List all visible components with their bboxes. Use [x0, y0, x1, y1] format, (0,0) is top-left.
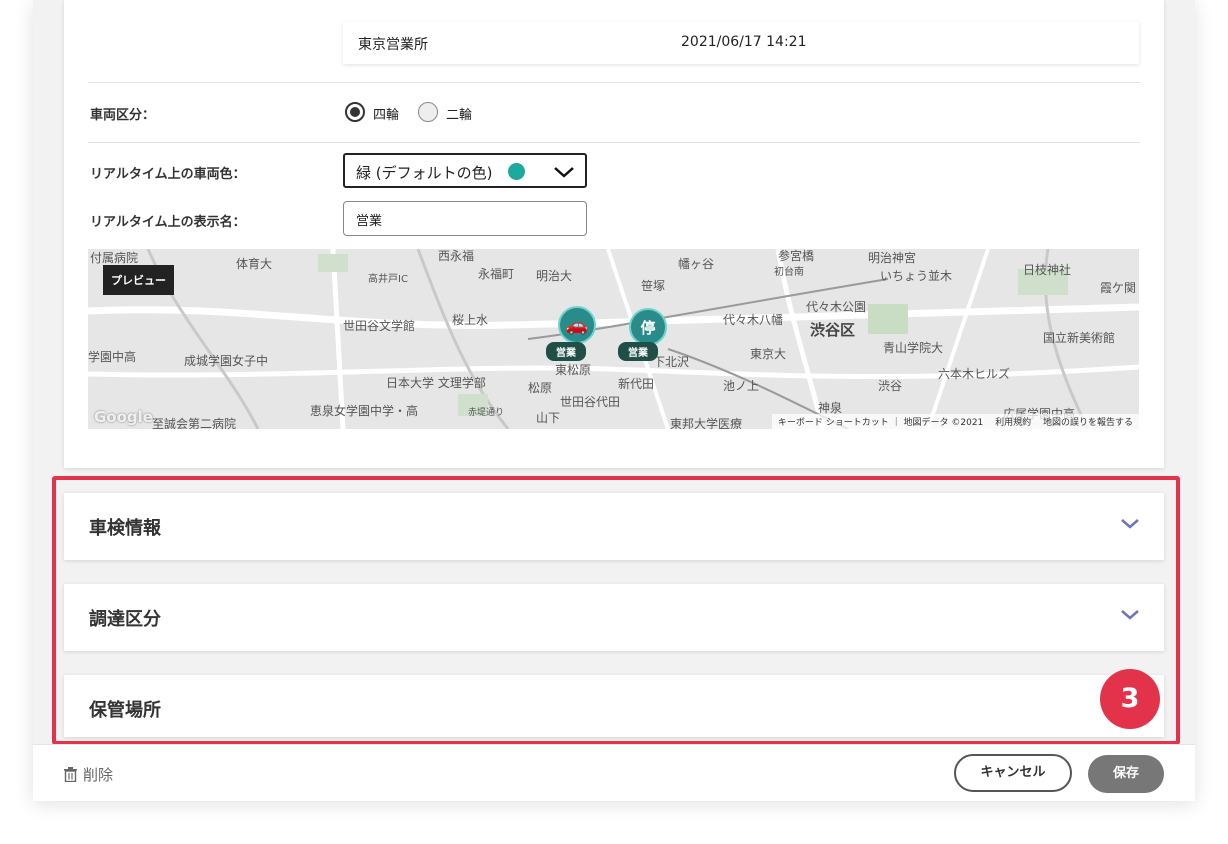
- vehicle-type-label: 車両区分：: [90, 108, 156, 123]
- map-label: 渋谷区: [810, 321, 856, 339]
- highlight-box: [52, 476, 1180, 745]
- realtime-color-label: リアルタイム上の車両色：: [90, 167, 246, 182]
- trash-icon: [64, 767, 77, 783]
- stop-marker-tag: 営業: [618, 342, 658, 361]
- map-label: 幡ヶ谷: [678, 257, 715, 271]
- office-datetime: 2021/06/17 14:21: [681, 34, 807, 50]
- map-label: 青山学院大: [883, 341, 944, 355]
- car-marker[interactable]: 🚗: [558, 306, 596, 344]
- map-label: 至誠会第二病院: [152, 417, 237, 429]
- office-row: 東京営業所 2021/06/17 14:21: [343, 22, 1139, 64]
- vehicle-color-select[interactable]: 緑 (デフォルトの色): [343, 153, 587, 188]
- office-name: 東京営業所: [358, 37, 428, 53]
- display-name-input[interactable]: 営業: [343, 201, 587, 236]
- map-label: 学園中高: [88, 350, 137, 364]
- map-label: 付属病院: [90, 251, 139, 265]
- map-label: 松原: [528, 381, 553, 395]
- divider: [88, 142, 1140, 143]
- map-label: 新代田: [618, 377, 655, 391]
- map-label: 初台南: [774, 267, 804, 278]
- map-label: 世田谷代田: [560, 395, 621, 409]
- car-marker-tag: 営業: [546, 342, 586, 361]
- google-logo: Google: [94, 408, 153, 426]
- divider: [88, 82, 1140, 83]
- map-label: 東松原: [555, 363, 592, 377]
- map-label: 山下: [536, 411, 561, 425]
- map-label: 下北沢: [653, 355, 690, 369]
- map-label: 六本木ヒルズ: [938, 367, 1011, 381]
- realtime-name-label: リアルタイム上の表示名：: [90, 215, 246, 230]
- step-badge: 3: [1100, 669, 1160, 729]
- stop-marker[interactable]: 停: [629, 308, 667, 346]
- map-label: 明治神宮: [868, 251, 917, 265]
- display-name-value: 営業: [356, 214, 383, 229]
- map-label: 赤堤通り: [468, 408, 505, 418]
- chevron-down-icon: [554, 167, 574, 178]
- radio-two-wheel-label: 二輪: [446, 108, 473, 123]
- map-label: 体育大: [236, 257, 273, 271]
- map-label: 日枝神社: [1023, 263, 1072, 277]
- map-label: 参宮橋: [778, 249, 815, 263]
- map-label: 池ノ上: [723, 379, 760, 393]
- map-label: 西永福: [438, 249, 475, 263]
- map-label: 渋谷: [878, 379, 903, 393]
- preview-label: プレビュー: [103, 265, 174, 295]
- map-label: 桜上水: [452, 313, 489, 327]
- map-label: 霞ケ関: [1100, 281, 1137, 295]
- map-label: 明治大: [536, 269, 573, 283]
- save-button[interactable]: 保存: [1088, 755, 1164, 793]
- map-label: 東邦大学医療: [670, 417, 743, 429]
- vehicle-color-value: 緑 (デフォルトの色): [356, 164, 493, 182]
- radio-two-wheel[interactable]: [418, 102, 438, 122]
- map-label: 成城学園女子中: [184, 354, 269, 368]
- map-label: 日本大学 文理学部: [386, 376, 486, 390]
- footer-bar: 削除 キャンセル 保存: [33, 744, 1195, 801]
- map-label: いちょう並木: [880, 269, 953, 283]
- map-attribution[interactable]: キーボード ショートカット ｜ 地図データ ©2021 利用規約 地図の誤りを報…: [771, 414, 1139, 429]
- radio-four-wheel-label: 四輪: [373, 108, 400, 123]
- map-label: 国立新美術館: [1043, 331, 1116, 345]
- map-label: 永福町: [478, 267, 515, 281]
- map-preview[interactable]: 付属病院 体育大 西永福 永福町 明治大 幡ヶ谷 参宮橋 明治神宮 いちょう並木…: [88, 249, 1139, 429]
- cancel-button[interactable]: キャンセル: [954, 754, 1072, 792]
- map-label: 代々木公園: [806, 300, 867, 314]
- map-label: 東京大: [750, 347, 787, 361]
- map-label: 高井戸IC: [368, 274, 408, 285]
- map-label: 笹塚: [641, 279, 666, 293]
- map-label: 恵泉女学園中学・高: [310, 404, 419, 418]
- delete-button[interactable]: 削除: [63, 764, 113, 785]
- map-label: 世田谷文学館: [343, 319, 416, 333]
- radio-four-wheel[interactable]: [345, 102, 365, 122]
- color-swatch: [508, 163, 525, 180]
- map-label: 代々木八幡: [723, 313, 784, 327]
- delete-label: 削除: [83, 766, 114, 784]
